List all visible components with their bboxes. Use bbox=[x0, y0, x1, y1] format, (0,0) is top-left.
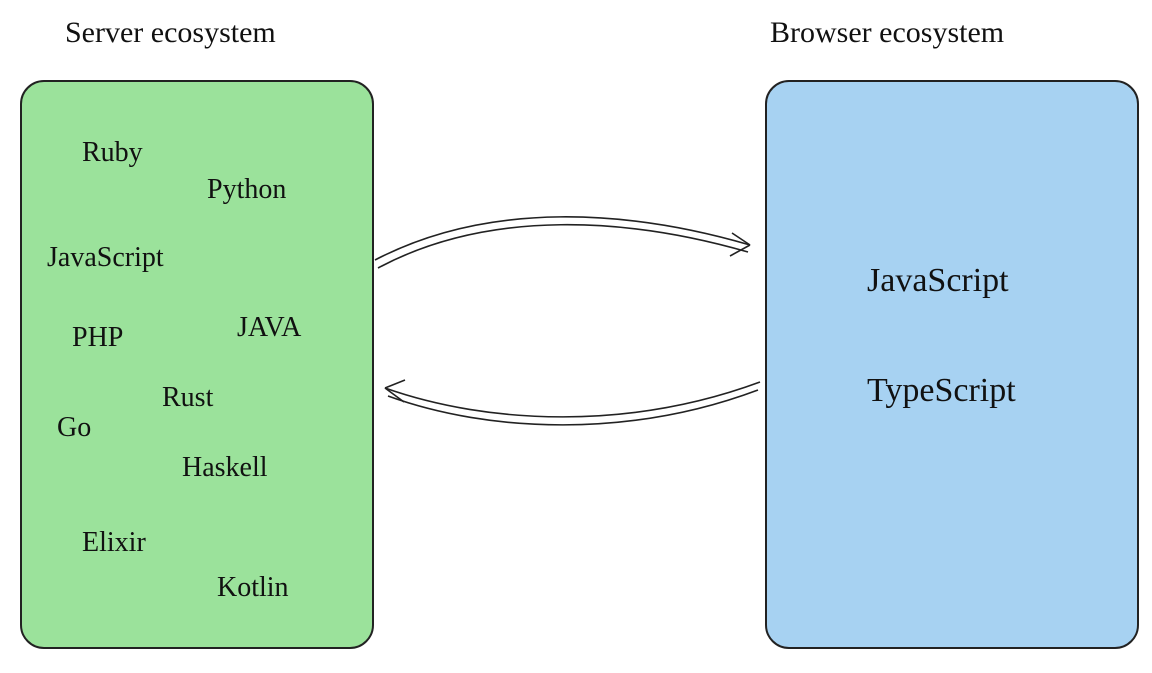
server-box: Ruby Python JavaScript JAVA PHP Rust Go … bbox=[20, 80, 374, 649]
diagram-stage: Server ecosystem Browser ecosystem Ruby … bbox=[0, 0, 1152, 673]
lang-php: PHP bbox=[72, 322, 123, 354]
lang-haskell: Haskell bbox=[182, 452, 268, 484]
lang-rust: Rust bbox=[162, 382, 213, 414]
lang-python: Python bbox=[207, 174, 286, 206]
lang-javascript: JavaScript bbox=[47, 242, 164, 274]
browser-title: Browser ecosystem bbox=[770, 16, 1004, 50]
lang-elixir: Elixir bbox=[82, 527, 146, 559]
lang-kotlin: Kotlin bbox=[217, 572, 289, 604]
lang-java: JAVA bbox=[237, 312, 301, 344]
lang-ruby: Ruby bbox=[82, 137, 143, 169]
arrow-browser-to-server bbox=[370, 370, 770, 450]
browser-box: JavaScript TypeScript bbox=[765, 80, 1139, 649]
lang-go: Go bbox=[57, 412, 91, 444]
server-title: Server ecosystem bbox=[65, 16, 276, 50]
lang-browser-typescript: TypeScript bbox=[867, 372, 1016, 410]
arrow-server-to-browser bbox=[370, 190, 770, 280]
lang-browser-javascript: JavaScript bbox=[867, 262, 1009, 300]
